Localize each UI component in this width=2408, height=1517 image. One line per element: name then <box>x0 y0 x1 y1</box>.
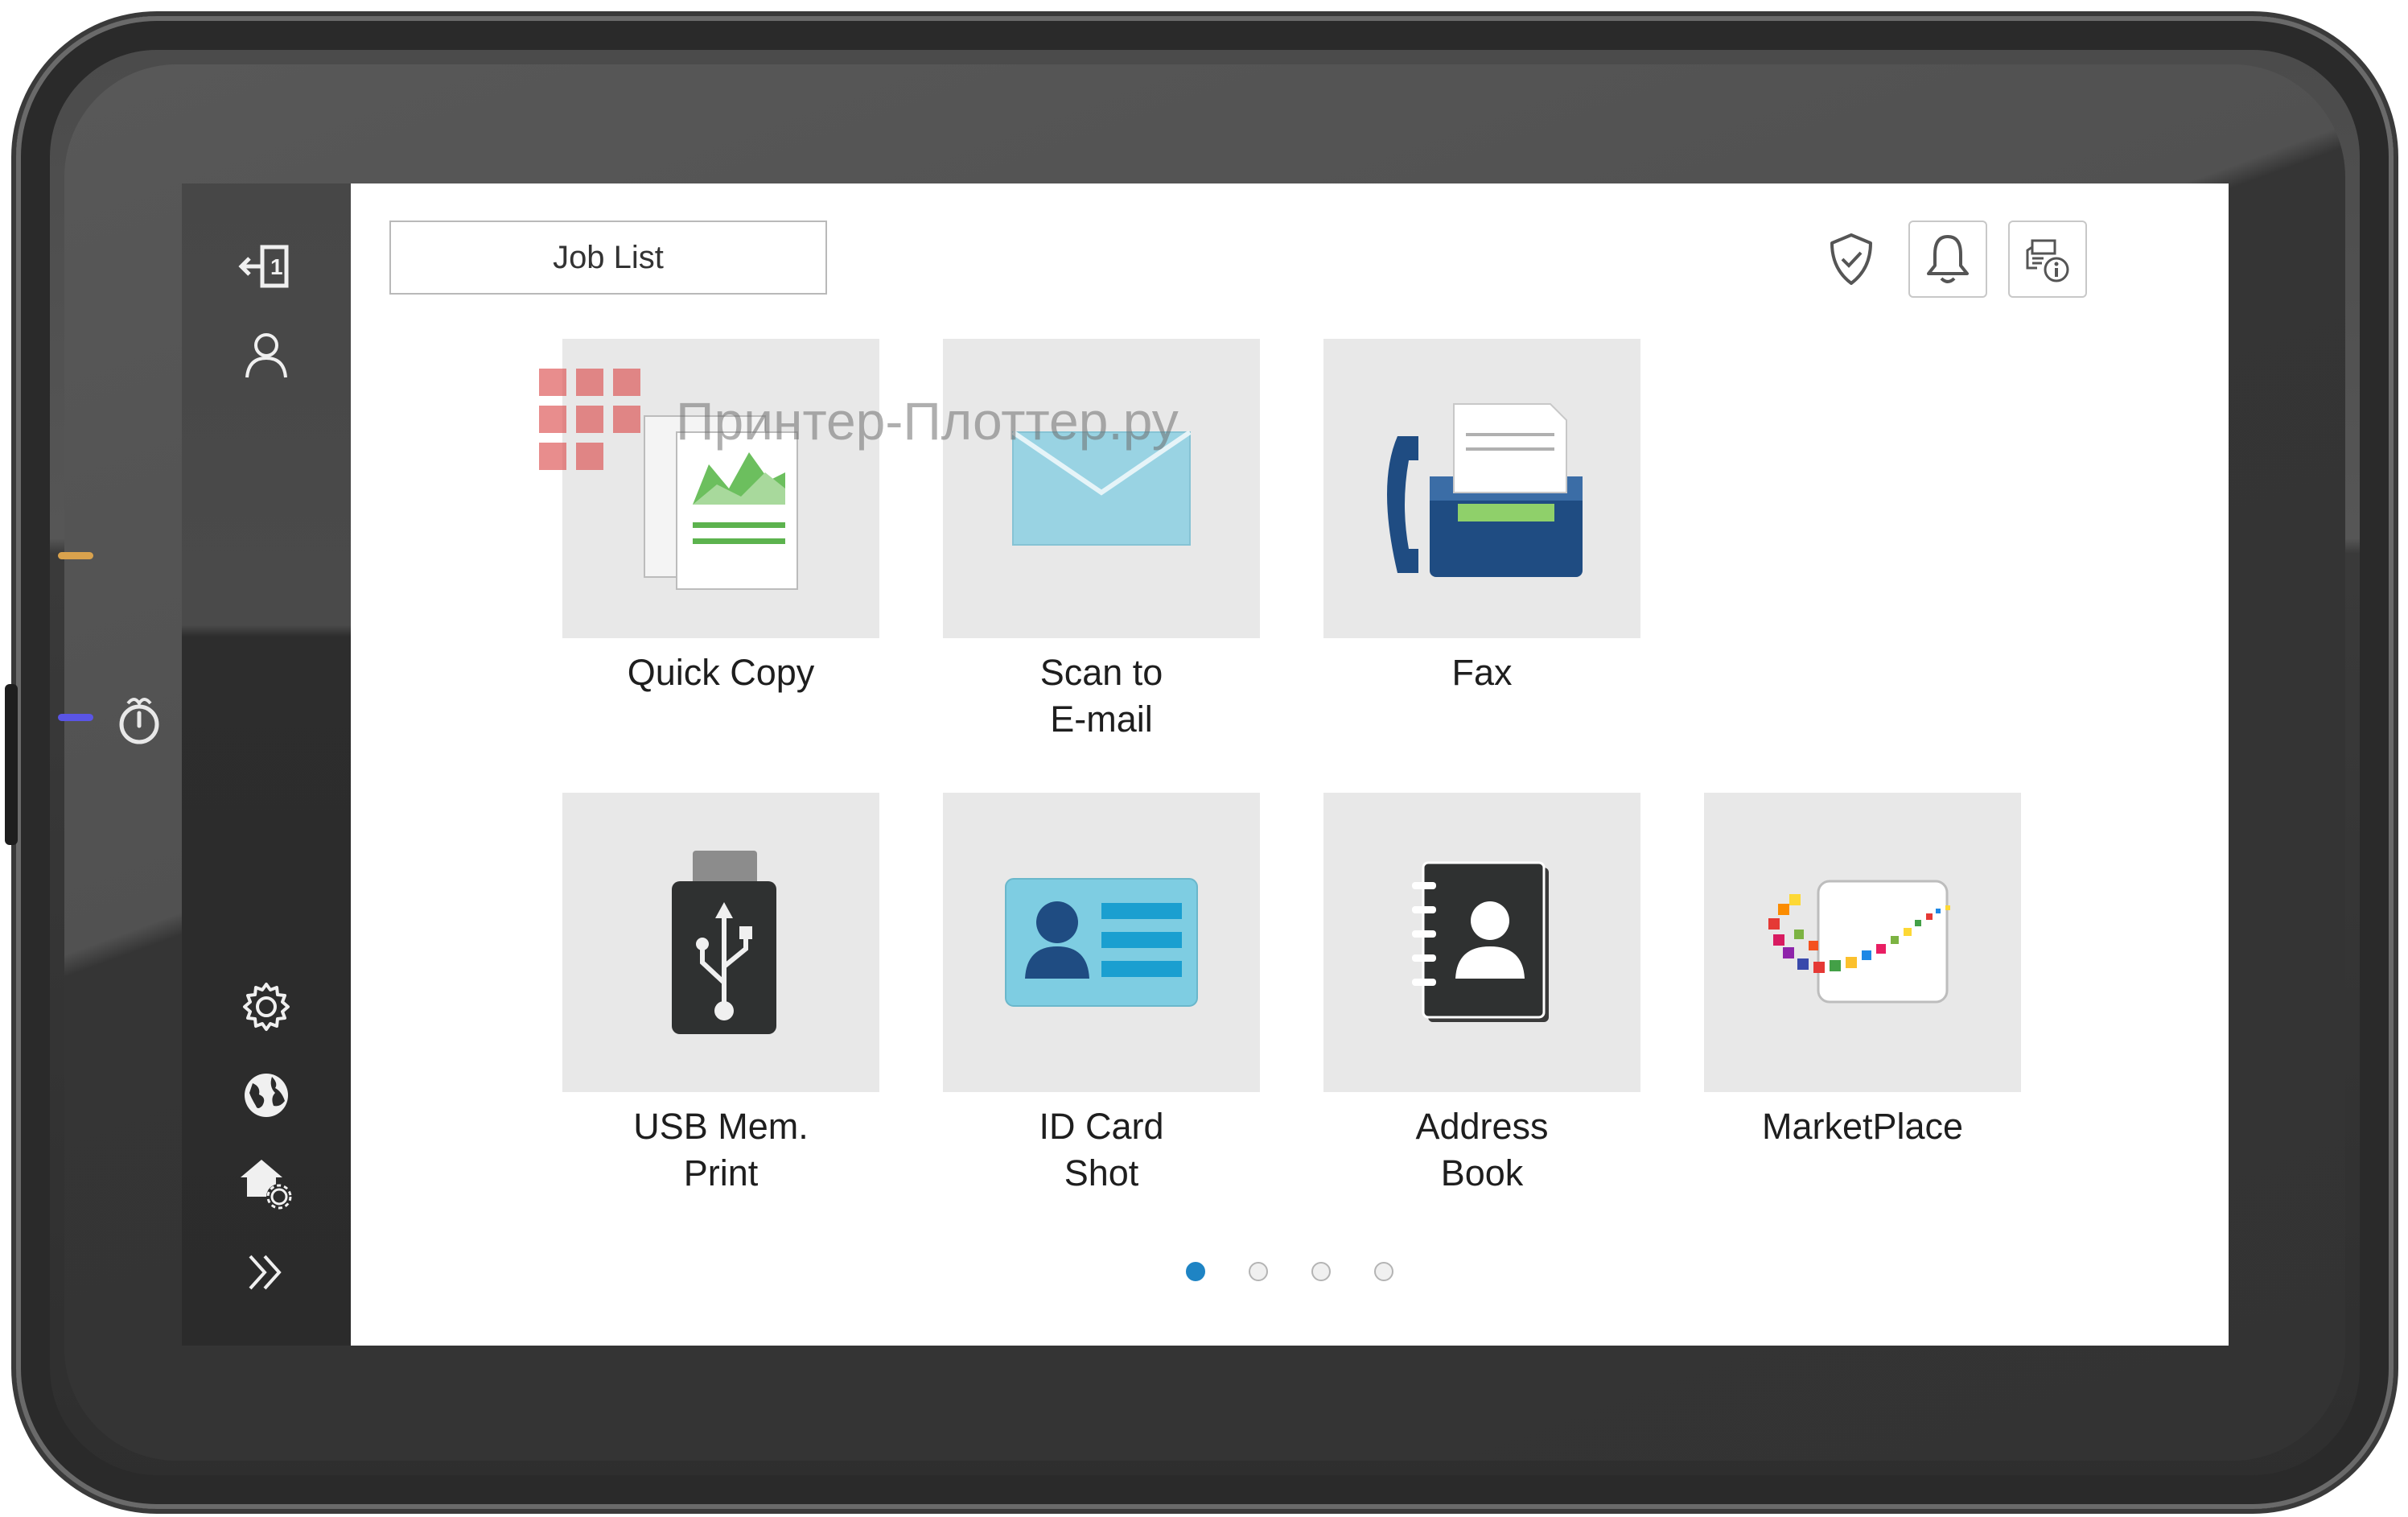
nav-rail: 1 <box>182 183 351 1346</box>
gear-icon <box>243 983 290 1031</box>
tile-usb-mem-print[interactable]: USB Mem. Print <box>562 793 879 1197</box>
page-dot-2[interactable] <box>1249 1262 1268 1281</box>
user-button[interactable] <box>226 319 307 391</box>
tile-label: Address Book <box>1415 1106 1549 1193</box>
side-hardware-button[interactable] <box>5 684 18 845</box>
tile-label: Quick Copy <box>627 652 815 693</box>
home-settings-button[interactable] <box>226 1148 307 1220</box>
tile-quick-copy[interactable]: Quick Copy <box>562 339 879 696</box>
page-dot-4[interactable] <box>1374 1262 1393 1281</box>
logout-icon: 1 <box>238 245 289 288</box>
job-list-button[interactable]: Job List <box>389 221 827 295</box>
tile-address-book[interactable]: Address Book <box>1323 793 1640 1197</box>
tile-label: MarketPlace <box>1761 1106 1964 1147</box>
bell-icon <box>1927 235 1969 283</box>
page-dot-3[interactable] <box>1311 1262 1331 1281</box>
power-save-key[interactable] <box>111 688 167 752</box>
notification-button[interactable] <box>1908 221 1987 298</box>
device-info-button[interactable] <box>2008 221 2087 298</box>
globe-icon <box>245 1074 288 1117</box>
status-led-orange <box>58 552 93 559</box>
language-button[interactable] <box>226 1059 307 1132</box>
tile-fax[interactable]: Fax <box>1323 339 1640 696</box>
tile-marketplace[interactable]: MarketPlace <box>1704 793 2021 1150</box>
tile-label: ID Card Shot <box>1039 1106 1164 1193</box>
logout-button[interactable]: 1 <box>226 230 307 303</box>
user-icon <box>245 333 287 378</box>
home-settings-icon <box>241 1160 292 1210</box>
svg-text:1: 1 <box>270 254 283 279</box>
tile-label: Scan to E-mail <box>1039 652 1163 740</box>
tile-face <box>562 793 879 1092</box>
double-chevron-right-icon <box>249 1255 282 1290</box>
tile-face <box>1323 793 1640 1092</box>
usb-icon <box>672 851 776 1034</box>
device-info-icon <box>2026 239 2069 282</box>
tile-face <box>943 339 1260 638</box>
tile-face <box>562 339 879 638</box>
envelope-icon <box>1011 430 1192 546</box>
page-dot-1[interactable] <box>1186 1262 1205 1281</box>
id-card-icon <box>1005 878 1198 1007</box>
power-save-icon <box>119 698 159 744</box>
fax-icon <box>1387 403 1583 577</box>
shield-check-icon <box>1830 233 1872 285</box>
tile-id-card-shot[interactable]: ID Card Shot <box>943 793 1260 1197</box>
marketplace-icon <box>1768 880 1950 1004</box>
security-status[interactable] <box>1815 224 1887 296</box>
status-led-blue <box>58 714 93 721</box>
tile-scan-to-email[interactable]: Scan to E-mail <box>943 339 1260 743</box>
tile-label: USB Mem. Print <box>633 1106 809 1193</box>
address-book-icon <box>1412 861 1549 1022</box>
settings-button[interactable] <box>226 971 307 1043</box>
copy-icon <box>644 415 798 590</box>
tile-face <box>1704 793 2021 1092</box>
tile-face <box>1323 339 1640 638</box>
home-screen: Job List Quick Copy Scan to E-mail Fax U… <box>351 183 2229 1346</box>
tile-face <box>943 793 1260 1092</box>
page-indicator <box>351 1262 2229 1281</box>
tile-label: Fax <box>1451 652 1513 693</box>
expand-menu-button[interactable] <box>226 1236 307 1309</box>
